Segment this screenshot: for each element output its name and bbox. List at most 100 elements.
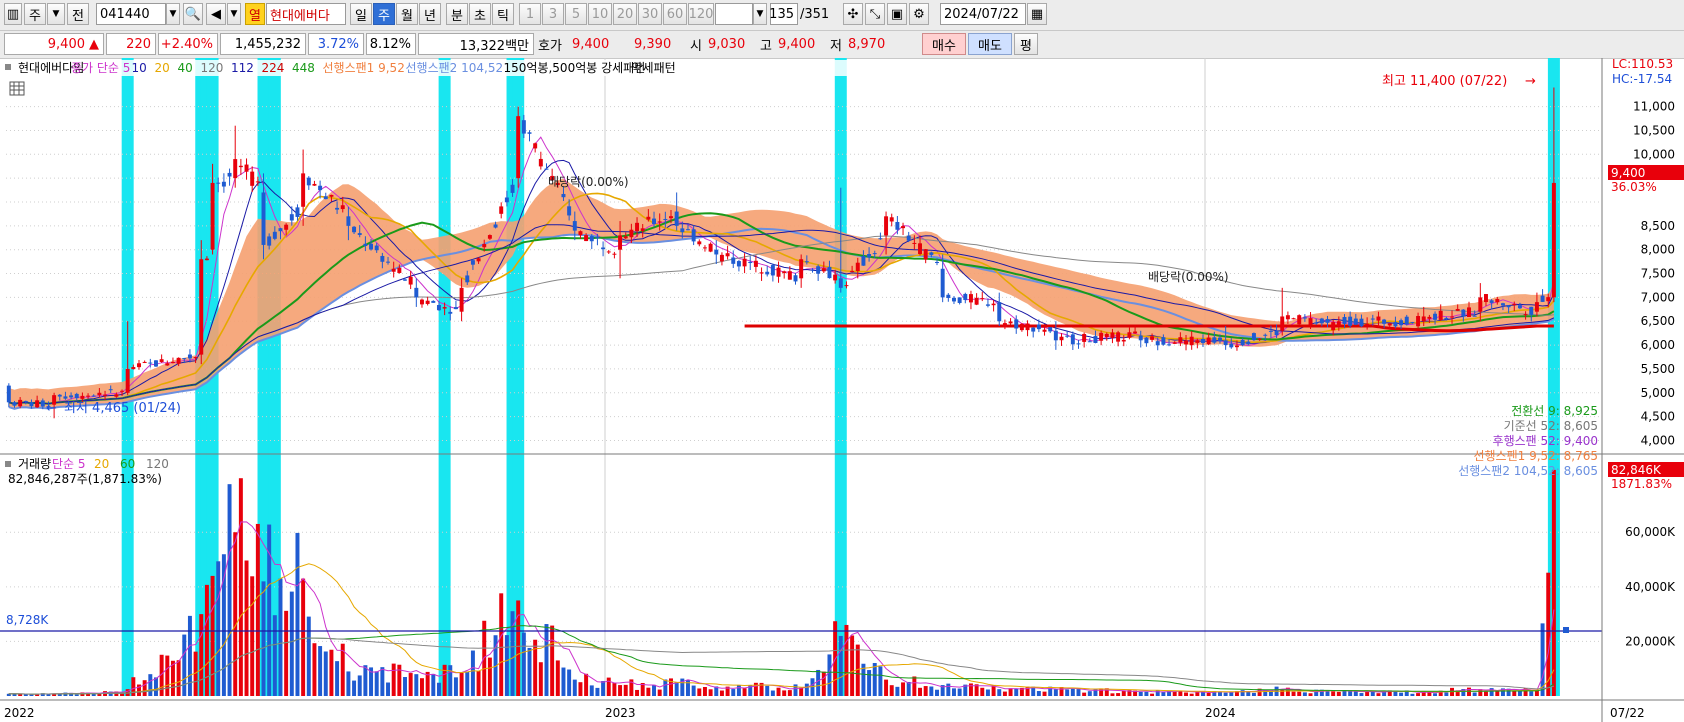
y-tick-label: 10,000 [1633, 147, 1675, 161]
turnover-box: 3.72% [308, 33, 364, 55]
table-icon[interactable] [9, 81, 25, 96]
volume-bar [697, 688, 702, 696]
interval-20[interactable]: 20 [613, 3, 637, 25]
volume-bar [1099, 688, 1104, 696]
last-price-pct: 36.03% [1611, 180, 1657, 194]
bar-total: /351 [800, 6, 830, 22]
candle-body [436, 305, 441, 311]
volume-bar [1336, 691, 1341, 696]
chart-layout-icon[interactable]: ▥ [4, 3, 22, 25]
candle-body [1376, 316, 1381, 321]
period-week[interactable]: 주 [373, 3, 395, 25]
code-dropdown-icon[interactable]: ▼ [166, 3, 180, 25]
volume-bar [1308, 693, 1313, 696]
turnover-pct: 3.72% [317, 36, 359, 52]
volume-bar [244, 560, 249, 696]
candle-body [153, 360, 158, 367]
flat-button[interactable]: 평 [1014, 33, 1038, 55]
candle-body [1048, 327, 1053, 332]
last-vol-pct: 1871.83% [1611, 477, 1672, 491]
candle-body [1285, 315, 1290, 320]
interval-60[interactable]: 60 [663, 3, 687, 25]
zoom-out-icon[interactable]: ⤡ [865, 3, 885, 25]
period-second[interactable]: 초 [469, 3, 491, 25]
market-dropdown-icon[interactable]: ▼ [47, 3, 65, 25]
candle-body [1438, 310, 1443, 320]
interval-5[interactable]: 5 [565, 3, 587, 25]
period-day[interactable]: 일 [350, 3, 372, 25]
candle-body [1325, 319, 1330, 323]
save-icon[interactable]: ▣ [887, 3, 907, 25]
pct2-value: 8.12% [369, 36, 411, 52]
vol-tick-label: 40,000K [1625, 580, 1676, 594]
interval-10[interactable]: 10 [588, 3, 612, 25]
volume-ref-label: 8,728K [6, 613, 49, 627]
candle-body [261, 192, 266, 245]
compare-mode[interactable]: 전 [67, 3, 89, 25]
candle-body [312, 183, 317, 186]
custom-interval-input[interactable] [715, 3, 753, 25]
stock-name-field[interactable]: 현대에버다 [266, 3, 346, 25]
candle-body [137, 363, 141, 368]
interval-1[interactable]: 1 [519, 3, 541, 25]
volume-bar [346, 671, 351, 696]
candle-body [408, 276, 413, 285]
volume-bar [595, 687, 600, 696]
sell-button[interactable]: 매도 [968, 33, 1012, 55]
calendar-icon[interactable]: ▦ [1027, 3, 1047, 25]
speaker-dropdown-icon[interactable]: ▼ [227, 3, 241, 25]
stock-code-input[interactable]: 041440 [96, 3, 166, 25]
crosshair-icon[interactable]: ✣ [843, 3, 863, 25]
date-input[interactable]: 2024/07/22 [940, 3, 1026, 25]
candle-body [1359, 318, 1364, 327]
candle-body [289, 214, 294, 221]
speaker-icon[interactable]: ◀ [206, 3, 226, 25]
volume-bar [284, 610, 289, 696]
volume-bar [1302, 692, 1307, 696]
volume-bar [793, 684, 798, 696]
period-month[interactable]: 월 [396, 3, 418, 25]
candle-body [584, 235, 589, 242]
volume-bar [1189, 693, 1194, 696]
period-minute[interactable]: 분 [446, 3, 468, 25]
candle-body [719, 254, 724, 262]
candle-body [1138, 335, 1143, 341]
buy-button[interactable]: 매수 [922, 33, 966, 55]
candle-body [397, 267, 402, 273]
volume-bar [521, 632, 526, 696]
period-tick[interactable]: 틱 [492, 3, 514, 25]
high-arrow-icon: → [1525, 74, 1536, 89]
chart-area[interactable]: 11,000 10,500 10,000 8,500 8,000 7,500 7,000 6,… [0, 58, 1684, 722]
volume-bar [1008, 688, 1013, 696]
candle-body [86, 395, 91, 397]
volume-bar [821, 671, 826, 696]
candle-body [1506, 305, 1511, 308]
interval-30[interactable]: 30 [638, 3, 662, 25]
candle-body [810, 269, 815, 271]
volume-bar [674, 682, 679, 696]
period-year[interactable]: 년 [419, 3, 441, 25]
period-minute-label: 분 [451, 8, 463, 24]
candle-body [306, 177, 311, 186]
candle-body [29, 402, 34, 407]
candle-body [980, 298, 985, 300]
open-stock-button[interactable]: 열 [245, 3, 265, 25]
volume-bar [1495, 690, 1500, 696]
volume-bar [1529, 691, 1534, 696]
candle-body [1008, 321, 1013, 324]
interval-dropdown-icon[interactable]: ▼ [753, 3, 767, 25]
candle-body [804, 261, 809, 263]
market-selector[interactable]: 주 [24, 3, 46, 25]
candle-body [685, 229, 690, 231]
bar-count-input[interactable]: 135 [769, 3, 798, 25]
interval-3[interactable]: 3 [542, 3, 564, 25]
volume-bar [459, 672, 464, 696]
gear-icon[interactable]: ⚙ [909, 3, 929, 25]
search-icon[interactable]: 🔍 [183, 3, 203, 25]
candle-body [1433, 313, 1438, 320]
interval-120[interactable]: 120 [688, 3, 714, 25]
volume-legend-item: 단순 5 [52, 457, 86, 471]
candle-body [329, 194, 334, 197]
candle-body [1455, 308, 1460, 311]
volume-bar [352, 680, 357, 696]
